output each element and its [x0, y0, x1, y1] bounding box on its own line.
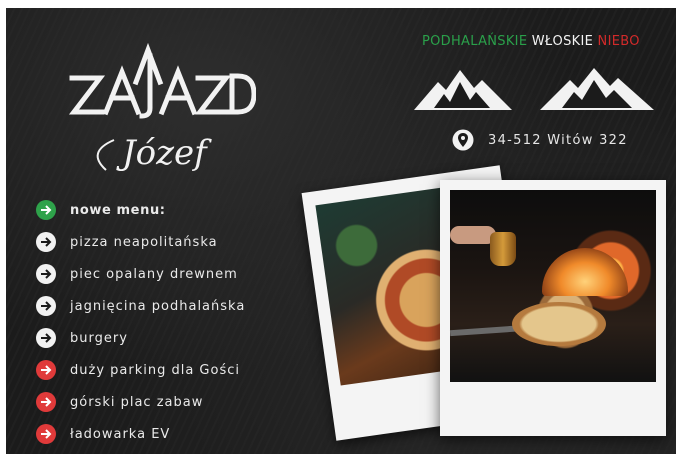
location-pin-icon	[452, 129, 474, 151]
polaroid-photo-oven	[440, 180, 666, 436]
tagline: PODHALAŃSKIE WŁOSKIE NIEBO	[422, 34, 640, 49]
arrow-right-icon	[36, 232, 56, 252]
list-item: jagnięcina podhalańska	[36, 290, 245, 322]
poster-board: Józef PODHALAŃSKIE WŁOSKIE NIEBO 34-512 …	[6, 8, 676, 454]
arrow-right-icon	[36, 264, 56, 284]
arrow-right-icon	[36, 200, 56, 220]
zajazd-jozef-logo: Józef	[68, 42, 256, 173]
address-text: 34-512 Witów 322	[488, 132, 628, 148]
arrow-right-icon	[36, 424, 56, 444]
arrow-right-icon	[36, 392, 56, 412]
arrow-right-icon	[36, 328, 56, 348]
list-item-label: pizza neapolitańska	[70, 234, 218, 250]
svg-text:Józef: Józef	[116, 133, 212, 173]
address: 34-512 Witów 322	[452, 129, 628, 151]
list-item: piec opalany drewnem	[36, 258, 245, 290]
mountains-icon	[414, 68, 654, 110]
tagline-part-3: NIEBO	[597, 34, 640, 49]
list-item: górski plac zabaw	[36, 386, 245, 418]
list-item-label: jagnięcina podhalańska	[70, 298, 246, 314]
tagline-part-1: PODHALAŃSKIE	[422, 34, 528, 49]
tagline-part-2: WŁOSKIE	[531, 34, 594, 49]
list-item: pizza neapolitańska	[36, 226, 245, 258]
arrow-right-icon	[36, 360, 56, 380]
feature-list: nowe menu: pizza neapolitańska piec opal…	[36, 194, 245, 450]
list-item-heading: nowe menu:	[36, 194, 245, 226]
list-item: burgery	[36, 322, 245, 354]
list-item-label: duży parking dla Gości	[70, 362, 240, 378]
list-item-label: ładowarka EV	[70, 426, 171, 442]
wood-fired-oven-photo	[449, 190, 656, 382]
oven-fire	[542, 248, 628, 296]
list-item: ładowarka EV	[36, 418, 245, 450]
menu-heading: nowe menu:	[70, 202, 166, 218]
list-item: duży parking dla Gości	[36, 354, 245, 386]
list-item-label: burgery	[70, 330, 128, 346]
arrow-right-icon	[36, 296, 56, 316]
oil-can	[490, 232, 516, 266]
list-item-label: piec opalany drewnem	[70, 266, 238, 282]
list-item-label: górski plac zabaw	[70, 394, 204, 410]
pizza	[512, 302, 606, 346]
